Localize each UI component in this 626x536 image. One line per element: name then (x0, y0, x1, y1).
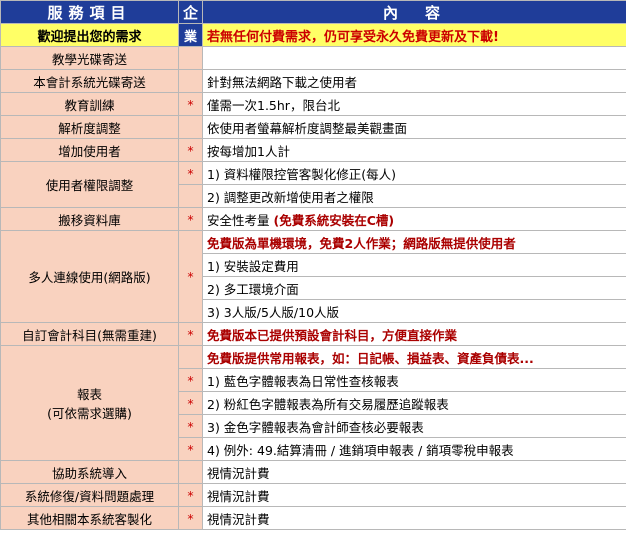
company-marker (178, 46, 203, 70)
company-marker: * (178, 506, 203, 530)
service-content: 1) 安裝設定費用 (202, 253, 626, 277)
table-row: 本會計系統光碟寄送 針對無法網路下載之使用者 (0, 69, 626, 93)
table-row: 增加使用者 * 按每增加1人計 (0, 138, 626, 162)
service-content: 免費版提供常用報表，如：日記帳、損益表、資產負債表... (202, 345, 626, 369)
table-row: 教學光碟寄送 (0, 46, 626, 70)
service-name-line2: (可依需求選購) (47, 406, 132, 421)
service-content: 視情況計費 (202, 506, 626, 530)
table-row: 搬移資料庫 * 安全性考量 (免費系統安裝在C槽) (0, 207, 626, 231)
company-marker: * (178, 322, 203, 346)
company-marker: * (178, 161, 203, 185)
subheader-left: 歡迎提出您的需求 (0, 23, 179, 47)
content-note: (免費系統安裝在C槽) (273, 212, 395, 228)
table-row: 使用者權限調整 * 1) 資料權限控管客製化修正(每人) (0, 161, 626, 208)
service-name: 其他相關本系統客製化 (0, 506, 179, 530)
table-row: 其他相關本系統客製化 * 視情況計費 (0, 506, 626, 530)
header-row: 服務項目 企 內 容 (0, 0, 626, 24)
table-row: 多人連線使用(網路版) * 免費版為單機環境，免費2人作業；網路版無提供使用者 (0, 230, 626, 323)
service-content: 安全性考量 (免費系統安裝在C槽) (202, 207, 626, 231)
service-name-line1: 報表 (76, 387, 102, 402)
company-marker (178, 115, 203, 139)
company-marker: * (178, 92, 203, 116)
service-content: 3) 3人版/5人版/10人版 (202, 299, 626, 323)
content-text: 安全性考量 (207, 212, 274, 228)
service-content: 4) 例外: 49.結算清冊 / 進銷項申報表 / 銷項零稅申報表 (202, 437, 626, 461)
service-name: 自訂會計科目(無需重建) (0, 322, 179, 346)
table-row: 自訂會計科目(無需重建) * 免費版本已提供預設會計科目，方便直接作業 (0, 322, 626, 346)
service-content: 視情況計費 (202, 483, 626, 507)
header-content: 內 容 (202, 0, 626, 24)
company-marker (178, 460, 203, 484)
header-company: 企 (178, 0, 203, 24)
service-table: 服務項目 企 內 容 歡迎提出您的需求 業 若無任何付費需求，仍可享受永久免費更… (0, 0, 626, 530)
service-name: 教育訓練 (0, 92, 179, 116)
header-company-2: 業 (178, 23, 203, 47)
table-row: 系統修復/資料問題處理 * 視情況計費 (0, 483, 626, 507)
service-content: 免費版為單機環境，免費2人作業；網路版無提供使用者 (202, 230, 626, 254)
service-content: 針對無法網路下載之使用者 (202, 69, 626, 93)
service-name: 報表 (可依需求選購) (0, 345, 179, 461)
service-content: 按每增加1人計 (202, 138, 626, 162)
company-marker (178, 345, 203, 369)
service-name: 多人連線使用(網路版) (0, 230, 179, 323)
service-name: 本會計系統光碟寄送 (0, 69, 179, 93)
service-name: 使用者權限調整 (0, 161, 179, 208)
service-content: 僅需一次1.5hr，限台北 (202, 92, 626, 116)
company-marker: * (178, 138, 203, 162)
company-marker: * (178, 483, 203, 507)
company-marker (178, 69, 203, 93)
company-marker: * (178, 414, 203, 438)
company-marker: * (178, 368, 203, 392)
service-content: 2) 粉紅色字體報表為所有交易履歷追蹤報表 (202, 391, 626, 415)
table-row: 教育訓練 * 僅需一次1.5hr，限台北 (0, 92, 626, 116)
service-content: 依使用者螢幕解析度調整最美觀畫面 (202, 115, 626, 139)
service-name: 解析度調整 (0, 115, 179, 139)
service-name: 教學光碟寄送 (0, 46, 179, 70)
service-content: 免費版本已提供預設會計科目，方便直接作業 (202, 322, 626, 346)
header-service: 服務項目 (0, 0, 179, 24)
subheader-row: 歡迎提出您的需求 業 若無任何付費需求，仍可享受永久免費更新及下載! (0, 23, 626, 47)
service-content (202, 46, 626, 70)
table-row: 協助系統導入 視情況計費 (0, 460, 626, 484)
table-row: 解析度調整 依使用者螢幕解析度調整最美觀畫面 (0, 115, 626, 139)
company-marker: * (178, 437, 203, 461)
service-content: 3) 金色字體報表為會計師查核必要報表 (202, 414, 626, 438)
service-name: 搬移資料庫 (0, 207, 179, 231)
service-content: 1) 藍色字體報表為日常性查核報表 (202, 368, 626, 392)
company-marker (178, 184, 203, 208)
service-content: 1) 資料權限控管客製化修正(每人) (202, 161, 626, 185)
subheader-right: 若無任何付費需求，仍可享受永久免費更新及下載! (202, 23, 626, 47)
service-content: 視情況計費 (202, 460, 626, 484)
company-marker: * (178, 207, 203, 231)
company-marker: * (178, 391, 203, 415)
company-marker: * (178, 230, 203, 323)
service-name: 增加使用者 (0, 138, 179, 162)
service-content: 2) 調整更改新增使用者之權限 (202, 184, 626, 208)
table-row: 報表 (可依需求選購) 免費版提供常用報表，如：日記帳、損益表、資產負債表... (0, 345, 626, 461)
service-name: 系統修復/資料問題處理 (0, 483, 179, 507)
service-name: 協助系統導入 (0, 460, 179, 484)
service-content: 2) 多工環境介面 (202, 276, 626, 300)
